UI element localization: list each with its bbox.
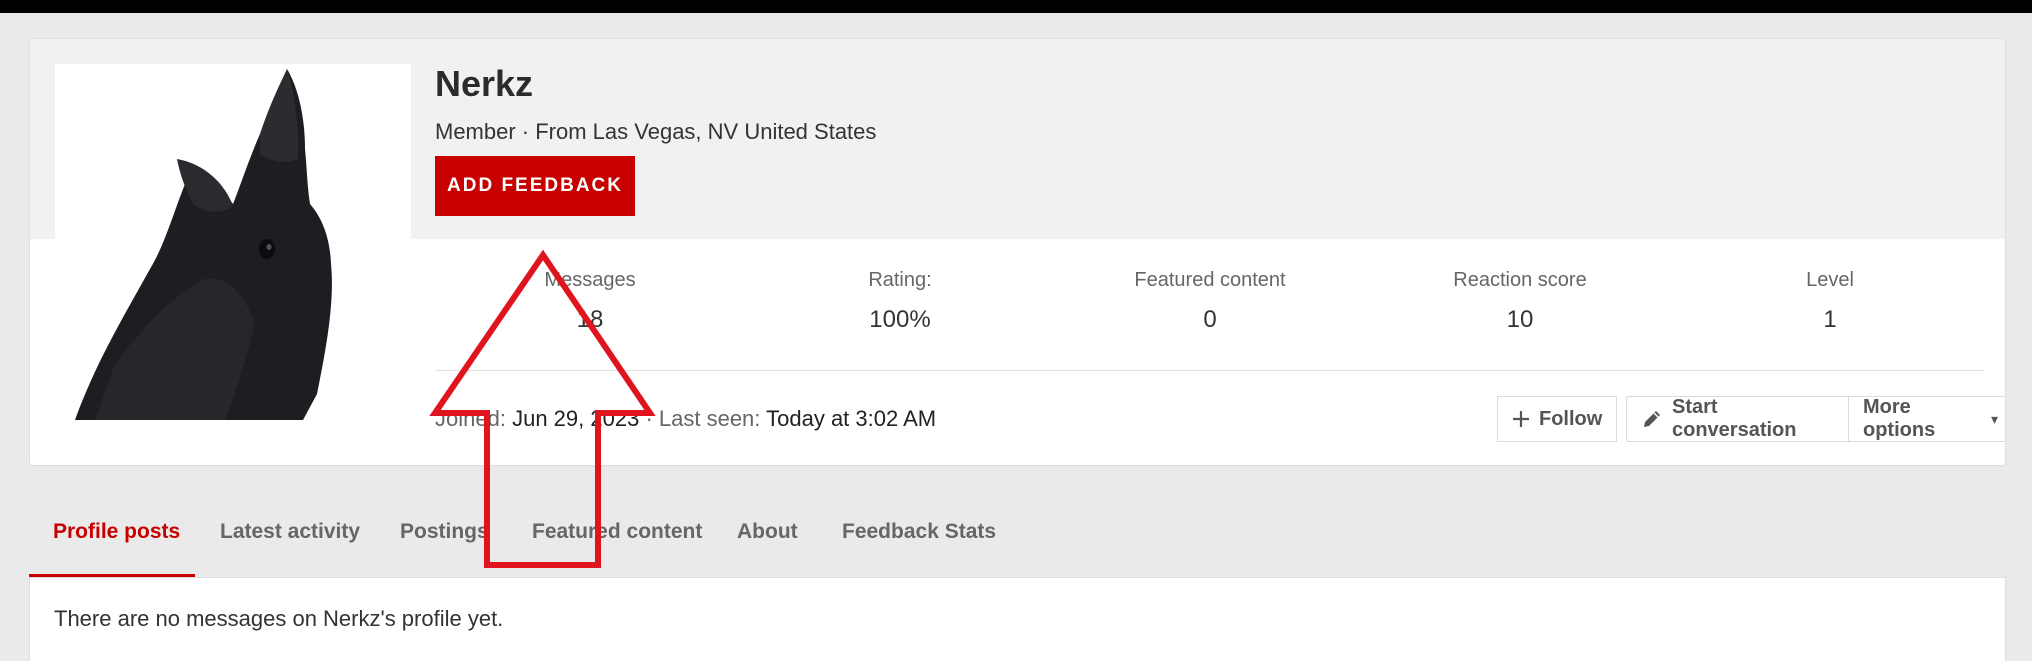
pencil-icon	[1641, 408, 1663, 430]
separator: ·	[645, 406, 653, 431]
plus-icon	[1512, 410, 1530, 428]
stat-value: 0	[1203, 306, 1217, 333]
joined-label: Joined:	[435, 406, 506, 431]
username: Nerkz	[435, 63, 534, 104]
caret-down-icon: ▾	[1990, 410, 1998, 427]
add-feedback-button[interactable]: ADD FEEDBACK	[435, 156, 635, 216]
tab-postings[interactable]: Postings	[400, 500, 489, 577]
stat-label: Featured content	[1134, 269, 1286, 291]
last-seen-value: Today at 3:02 AM	[766, 406, 937, 431]
start-conversation-label: Start conversation	[1672, 396, 1797, 441]
stat-value: 1	[1823, 306, 1837, 333]
stat-reaction-score[interactable]: Reaction score 10	[1365, 269, 1675, 334]
tab-feedback-stats[interactable]: Feedback Stats	[842, 500, 996, 577]
user-meta: Member · From Las Vegas, NV United State…	[435, 119, 877, 144]
stat-value: 18	[576, 306, 604, 333]
stat-level[interactable]: Level 1	[1675, 269, 1985, 334]
joined-line: Joined: Jun 29, 2023 · Last seen: Today …	[435, 406, 936, 432]
more-options-button[interactable]: More options ▾	[1849, 396, 2005, 442]
avatar[interactable]	[55, 64, 411, 420]
tab-latest-activity[interactable]: Latest activity	[220, 500, 360, 577]
follow-button[interactable]: Follow	[1497, 396, 1617, 442]
divider	[435, 370, 1985, 371]
start-conversation-button[interactable]: Start conversation	[1626, 396, 1849, 442]
stat-value: 100%	[869, 306, 931, 333]
content-panel: There are no messages on Nerkz's profile…	[29, 577, 2006, 661]
stat-label: Rating:	[868, 269, 932, 291]
stat-rating[interactable]: Rating: 100%	[745, 269, 1055, 334]
tab-profile-posts[interactable]: Profile posts	[29, 500, 195, 577]
stat-value: 10	[1506, 306, 1534, 333]
conversation-button-group: Start conversation More options ▾	[1626, 396, 2005, 442]
stat-messages[interactable]: Messages 18	[435, 269, 745, 334]
stats-row: Messages 18 Rating: 100% Featured conten…	[435, 269, 1985, 349]
last-seen-label: Last seen:	[658, 406, 761, 431]
top-bar	[0, 0, 2032, 13]
tab-featured-content[interactable]: Featured content	[532, 500, 702, 577]
tab-about[interactable]: About	[737, 500, 798, 577]
profile-card: Nerkz Member · From Las Vegas, NV United…	[29, 38, 2006, 466]
more-options-label: More options	[1863, 396, 1936, 441]
stat-label: Reaction score	[1453, 269, 1587, 291]
joined-date: Jun 29, 2023	[512, 406, 640, 431]
stat-label: Messages	[544, 269, 636, 291]
raven-avatar-icon	[55, 64, 411, 420]
follow-label: Follow	[1539, 407, 1603, 430]
stat-label: Level	[1806, 269, 1854, 291]
stat-featured-content[interactable]: Featured content 0	[1055, 269, 1365, 334]
empty-message: There are no messages on Nerkz's profile…	[54, 606, 504, 631]
